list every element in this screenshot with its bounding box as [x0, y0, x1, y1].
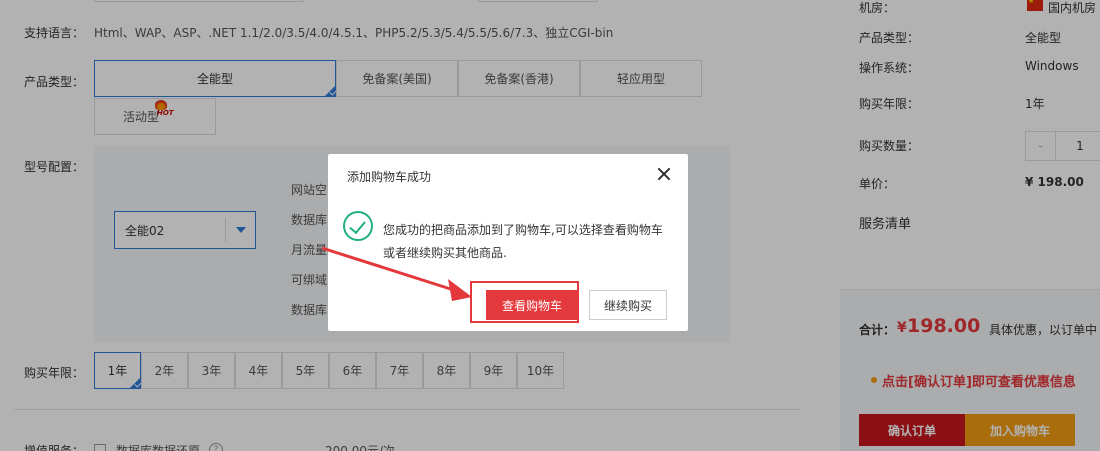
dialog-message-line1: 您成功的把商品添加到了购物车,可以选择查看购物车 [383, 223, 663, 237]
view-cart-button[interactable]: 查看购物车 [486, 290, 578, 320]
dialog-title: 添加购物车成功 [347, 170, 432, 184]
close-icon[interactable] [656, 166, 672, 182]
continue-shopping-button[interactable]: 继续购买 [589, 290, 667, 320]
success-check-icon [343, 211, 373, 241]
annotation-arrow-icon [321, 246, 472, 301]
